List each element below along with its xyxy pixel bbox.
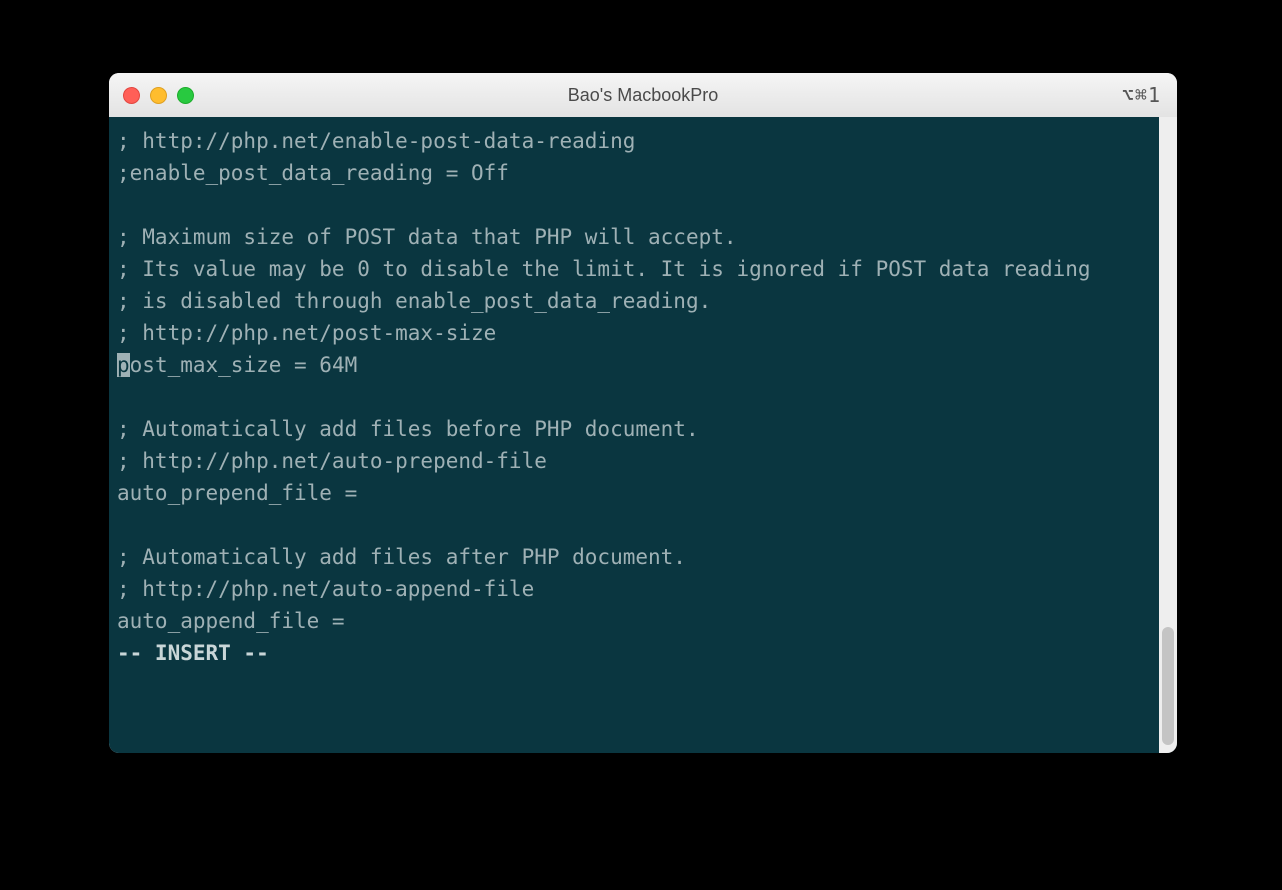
config-line: ; http://php.net/enable-post-data-readin…	[117, 129, 635, 153]
config-line: ; Maximum size of POST data that PHP wil…	[117, 225, 737, 249]
config-line: ; http://php.net/auto-prepend-file	[117, 449, 547, 473]
config-line: ;enable_post_data_reading = Off	[117, 161, 509, 185]
window-shortcut: ⌥⌘1	[1122, 73, 1161, 117]
window-title: Bao's MacbookPro	[109, 85, 1177, 106]
scrollbar[interactable]	[1159, 117, 1177, 753]
config-line: ; http://php.net/auto-append-file	[117, 577, 534, 601]
scrollbar-thumb[interactable]	[1162, 627, 1174, 745]
config-line: ; is disabled through enable_post_data_r…	[117, 289, 711, 313]
zoom-icon[interactable]	[177, 87, 194, 104]
window-controls	[123, 73, 194, 117]
terminal-viewport[interactable]: ; http://php.net/enable-post-data-readin…	[109, 117, 1177, 753]
config-line: ; Automatically add files after PHP docu…	[117, 545, 686, 569]
terminal-window: Bao's MacbookPro ⌥⌘1 ; http://php.net/en…	[109, 73, 1177, 753]
minimize-icon[interactable]	[150, 87, 167, 104]
close-icon[interactable]	[123, 87, 140, 104]
titlebar[interactable]: Bao's MacbookPro ⌥⌘1	[109, 73, 1177, 118]
config-line: auto_append_file =	[117, 609, 345, 633]
config-line: auto_prepend_file =	[117, 481, 357, 505]
config-line: ; Its value may be 0 to disable the limi…	[117, 257, 1091, 281]
config-line: ; http://php.net/post-max-size	[117, 321, 496, 345]
text-cursor: p	[117, 353, 130, 377]
vim-mode-line: -- INSERT --	[117, 641, 269, 665]
terminal-text[interactable]: ; http://php.net/enable-post-data-readin…	[109, 117, 1159, 753]
config-line: ; Automatically add files before PHP doc…	[117, 417, 699, 441]
config-line: ost_max_size = 64M	[130, 353, 358, 377]
